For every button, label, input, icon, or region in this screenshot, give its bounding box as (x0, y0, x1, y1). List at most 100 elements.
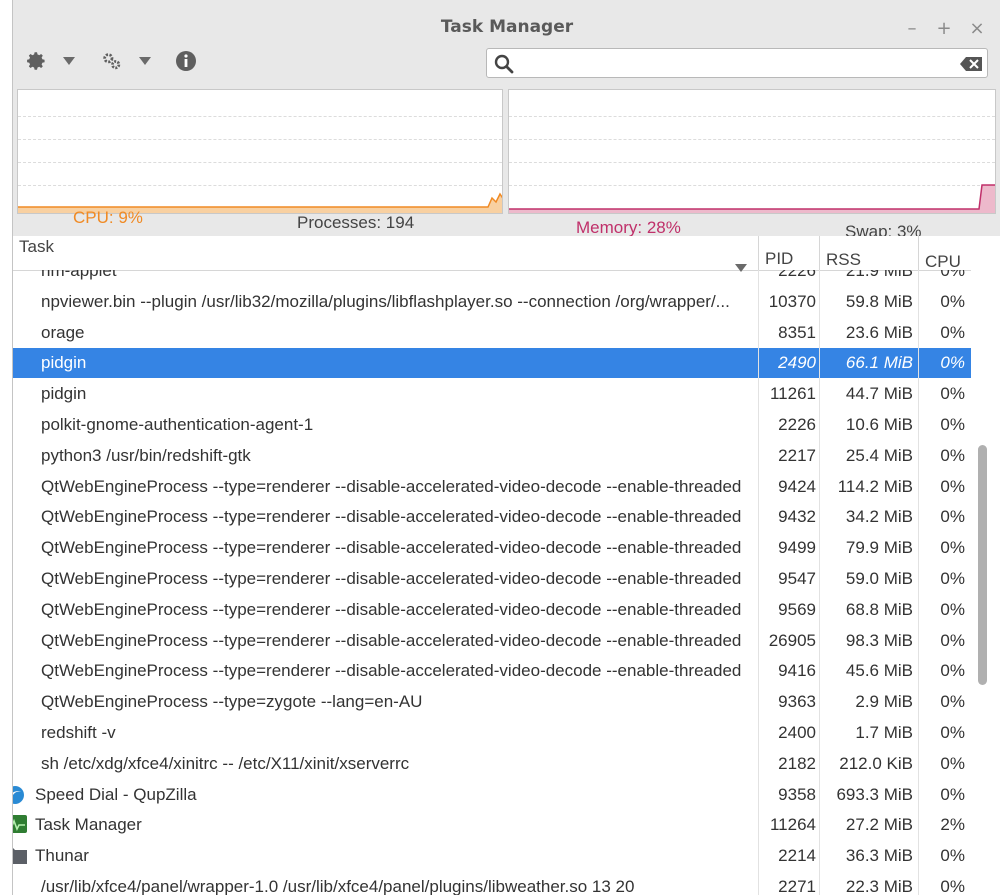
task-name: QtWebEngineProcess --type=renderer --dis… (41, 599, 742, 619)
task-name: polkit-gnome-authentication-agent-1 (41, 415, 314, 434)
pid-value: 8351 (778, 322, 816, 342)
scrollbar-thumb[interactable] (978, 445, 987, 685)
status-bar: CPU: 9% Processes: 194 Memory: 28% Swap:… (13, 200, 1000, 241)
cpu-value: 0% (940, 877, 965, 895)
cpu-value: 0% (940, 322, 965, 342)
table-row[interactable]: redshift -v 2400 1.7 MiB 0% (13, 718, 971, 748)
vertical-scrollbar[interactable] (971, 270, 1000, 895)
clear-search-icon[interactable] (960, 56, 982, 75)
task-name: orage (41, 322, 85, 342)
pid-value: 9416 (778, 661, 816, 681)
table-header: Task PID RSS CPU (13, 236, 1000, 272)
info-icon (175, 50, 197, 72)
search-icon (494, 54, 514, 78)
minimize-button[interactable]: – (903, 20, 921, 38)
table-row[interactable]: QtWebEngineProcess --type=renderer --dis… (13, 472, 971, 502)
pid-value: 2400 (778, 723, 816, 742)
rss-value: 27.2 MiB (845, 815, 913, 835)
table-row[interactable]: Speed Dial - QupZilla 9358 693.3 MiB 0% (13, 780, 971, 810)
table-row[interactable]: /usr/lib/xfce4/panel/wrapper-1.0 /usr/li… (13, 872, 971, 895)
cpu-value: 0% (940, 753, 965, 773)
task-name: Speed Dial - QupZilla (35, 784, 197, 804)
about-button[interactable] (175, 46, 197, 76)
task-manager-window: Task Manager – + × CPU: 9% Processes: 19… (12, 0, 1000, 895)
maximize-button[interactable]: + (935, 20, 953, 38)
task-name: QtWebEngineProcess --type=renderer --dis… (41, 476, 742, 496)
window-title: Task Manager (440, 17, 574, 37)
cpu-graph (17, 89, 503, 214)
task-manager-icon (13, 815, 27, 838)
table-row[interactable]: QtWebEngineProcess --type=renderer --dis… (13, 564, 971, 594)
pid-value: 2271 (778, 877, 816, 895)
task-name: /usr/lib/xfce4/panel/wrapper-1.0 /usr/li… (41, 877, 635, 895)
column-header-task[interactable]: Task (13, 236, 758, 272)
pid-value: 2217 (778, 445, 816, 465)
gears-icon (101, 50, 123, 72)
rss-value: 59.8 MiB (845, 291, 913, 311)
pid-value: 9432 (778, 507, 816, 527)
pid-value: 9363 (778, 692, 816, 712)
rss-value: 66.1 MiB (845, 353, 913, 373)
table-row[interactable]: python3 /usr/bin/redshift-gtk 2217 25.4 Mi… (13, 441, 971, 471)
browser-icon (13, 785, 25, 810)
rss-value: 693.3 MiB (836, 784, 913, 804)
table-row[interactable]: npviewer.bin --plugin /usr/lib32/mozilla… (13, 287, 971, 317)
column-header-cpu[interactable]: CPU (918, 236, 971, 271)
table-row[interactable]: sh /etc/xdg/xfce4/xinitrc -- /etc/X11/xi… (13, 749, 971, 779)
rss-value: 98.3 MiB (845, 630, 913, 650)
column-header-pid[interactable]: PID (758, 236, 819, 270)
cpu-value: 0% (940, 445, 965, 465)
table-row[interactable]: QtWebEngineProcess --type=renderer --dis… (13, 626, 971, 656)
rss-value: 212.0 KiB (839, 753, 913, 773)
table-row[interactable]: QtWebEngineProcess --type=zygote --lang=… (13, 687, 971, 717)
cpu-value: 0% (940, 569, 965, 588)
cpu-value: 0% (940, 538, 965, 558)
rss-value: 1.7 MiB (855, 723, 913, 742)
table-row[interactable]: orage 8351 23.6 MiB 0% (13, 318, 971, 348)
column-header-rss[interactable]: RSS (819, 236, 918, 270)
rss-value: 44.7 MiB (845, 384, 913, 404)
task-name: pidgin (41, 353, 87, 373)
search-field[interactable] (486, 48, 988, 78)
chevron-down-icon (63, 57, 75, 65)
task-name: Thunar (35, 846, 89, 866)
rss-value: 68.8 MiB (845, 599, 913, 619)
cpu-value: 0% (940, 353, 965, 373)
task-name: pidgin (41, 384, 87, 404)
table-row[interactable]: polkit-gnome-authentication-agent-1 2226 1… (13, 410, 971, 440)
pid-value: 2226 (778, 270, 816, 280)
task-name: QtWebEngineProcess --type=renderer --dis… (41, 630, 742, 650)
pid-value: 2214 (778, 846, 816, 866)
table-row[interactable]: QtWebEngineProcess --type=renderer --dis… (13, 656, 971, 686)
pid-value: 2490 (778, 353, 816, 373)
settings-menu-button[interactable] (25, 46, 75, 76)
rss-value: 34.2 MiB (845, 507, 913, 527)
columns-menu-button[interactable] (101, 46, 151, 76)
table-row[interactable]: nm-applet 2226 21.9 MiB 0% (13, 270, 971, 286)
rss-value: 59.0 MiB (845, 569, 913, 588)
table-row[interactable]: QtWebEngineProcess --type=renderer --dis… (13, 595, 971, 625)
chevron-down-icon (139, 57, 151, 65)
close-button[interactable]: × (968, 20, 986, 38)
rss-value: 25.4 MiB (845, 445, 913, 465)
task-name: nm-applet (41, 270, 117, 280)
table-row[interactable]: QtWebEngineProcess --type=renderer --dis… (13, 502, 971, 532)
task-name: QtWebEngineProcess --type=renderer --dis… (41, 507, 742, 527)
search-input[interactable] (521, 51, 955, 77)
pid-value: 11264 (769, 815, 816, 835)
pid-value: 9358 (778, 784, 816, 804)
pid-value: 10370 (768, 291, 816, 311)
process-list: nm-applet 2226 21.9 MiB 0% npviewer.bin --pl… (13, 270, 971, 895)
cpu-value: 0% (940, 507, 965, 527)
toolbar (13, 40, 1000, 84)
table-row[interactable]: pidgin 2490 66.1 MiB 0% (13, 348, 971, 379)
table-row[interactable]: Task Manager 11264 27.2 MiB 2% (13, 810, 971, 840)
task-name: QtWebEngineProcess --type=zygote --lang=… (41, 692, 423, 712)
cpu-value: 0% (940, 784, 965, 804)
table-row[interactable]: pidgin 11261 44.7 MiB 0% (13, 379, 971, 409)
pid-value: 9499 (778, 538, 816, 558)
process-table: Task PID RSS CPU nm-applet 2226 21.9 MiB 0%… (13, 236, 1000, 895)
table-row[interactable]: Thunar 2214 36.3 MiB 0% (13, 841, 971, 871)
table-row[interactable]: QtWebEngineProcess --type=renderer --dis… (13, 533, 971, 563)
task-name: QtWebEngineProcess --type=renderer --dis… (41, 538, 742, 558)
